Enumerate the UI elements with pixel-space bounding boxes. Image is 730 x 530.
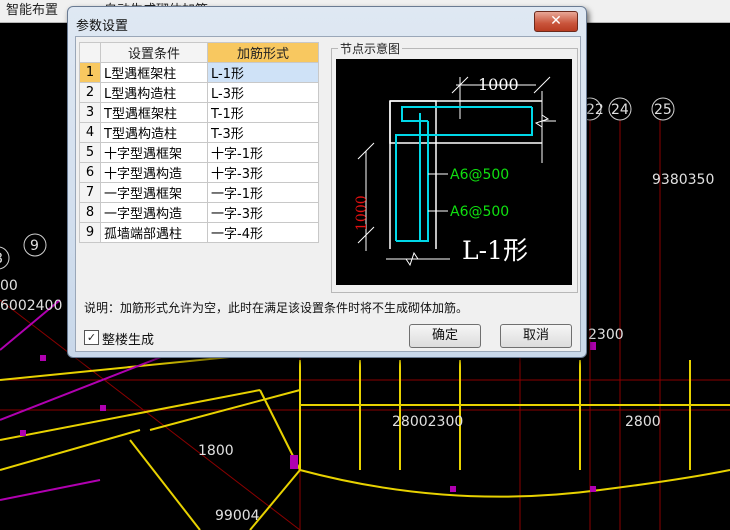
- form-cell[interactable]: 十字-1形: [207, 142, 319, 163]
- table-row[interactable]: 4 T型遇构造柱 T-3形: [79, 122, 319, 143]
- form-cell[interactable]: 一字-3形: [207, 202, 319, 223]
- settings-grid: 设置条件 加筋形式 1 L型遇框架柱 L-1形 2 L型遇构造柱 L-3形 3 …: [79, 42, 319, 243]
- condition-cell[interactable]: L型遇构造柱: [100, 82, 208, 103]
- row-number: 9: [79, 222, 101, 243]
- cancel-button[interactable]: 取消: [500, 324, 572, 348]
- cad-label: 22: [586, 102, 604, 118]
- row-number: 7: [79, 182, 101, 203]
- table-row[interactable]: 3 T型遇框架柱 T-1形: [79, 102, 319, 123]
- cad-label: 28002300: [392, 414, 463, 430]
- whole-building-label[interactable]: 整楼生成: [102, 329, 154, 348]
- condition-cell[interactable]: 十字型遇框架: [100, 142, 208, 163]
- form-cell[interactable]: L-1形: [207, 62, 319, 83]
- description-note: 说明：加筋形式允许为空，此时在满足该设置条件时将不生成砌体加筋。: [84, 301, 469, 315]
- table-row[interactable]: 6 十字型遇构造 十字-3形: [79, 162, 319, 183]
- dimension-top: 1000: [478, 75, 519, 94]
- dimension-left: 1000: [354, 195, 370, 231]
- shape-name: L-1形: [462, 236, 528, 265]
- row-number: 3: [79, 102, 101, 123]
- form-cell[interactable]: L-3形: [207, 82, 319, 103]
- cad-label: 9: [30, 238, 39, 254]
- form-cell[interactable]: T-1形: [207, 102, 319, 123]
- form-cell[interactable]: T-3形: [207, 122, 319, 143]
- node-diagram-preview: 1000 1000 A6@500 A6@500 L-1形: [336, 59, 572, 285]
- cad-label: 25: [654, 102, 672, 118]
- cad-label: 24: [611, 102, 629, 118]
- table-row[interactable]: 8 一字型遇构造 一字-3形: [79, 202, 319, 223]
- whole-building-checkbox[interactable]: ✓: [84, 330, 99, 345]
- row-number: 2: [79, 82, 101, 103]
- cad-label: 9380350: [652, 172, 714, 188]
- row-number: 4: [79, 122, 101, 143]
- table-row[interactable]: 2 L型遇构造柱 L-3形: [79, 82, 319, 103]
- condition-cell[interactable]: T型遇框架柱: [100, 102, 208, 123]
- close-icon: ✕: [550, 13, 562, 29]
- header-condition[interactable]: 设置条件: [100, 42, 208, 63]
- node-diagram-legend: 节点示意图: [338, 40, 403, 57]
- cad-label: 8: [0, 251, 3, 267]
- row-number: 8: [79, 202, 101, 223]
- dialog-client-area: 设置条件 加筋形式 1 L型遇框架柱 L-1形 2 L型遇构造柱 L-3形 3 …: [75, 36, 581, 352]
- form-cell[interactable]: 十字-3形: [207, 162, 319, 183]
- rebar-spec-2: A6@500: [450, 204, 509, 220]
- cad-label: 00: [0, 278, 18, 294]
- cad-label: 2300: [588, 327, 624, 343]
- condition-cell[interactable]: 一字型遇构造: [100, 202, 208, 223]
- row-number: 1: [79, 62, 101, 83]
- condition-cell[interactable]: 一字型遇框架: [100, 182, 208, 203]
- ok-button[interactable]: 确定: [409, 324, 481, 348]
- row-number: 6: [79, 162, 101, 183]
- dialog-title: 参数设置: [76, 19, 129, 34]
- table-row[interactable]: 1 L型遇框架柱 L-1形: [79, 62, 319, 83]
- table-row[interactable]: 7 一字型遇框架 一字-1形: [79, 182, 319, 203]
- form-cell[interactable]: 一字-4形: [207, 222, 319, 243]
- condition-cell[interactable]: 孤墙端部遇柱: [100, 222, 208, 243]
- rebar-spec-1: A6@500: [450, 167, 509, 183]
- condition-cell[interactable]: 十字型遇构造: [100, 162, 208, 183]
- header-rebar-form[interactable]: 加筋形式: [207, 42, 319, 63]
- form-cell[interactable]: 一字-1形: [207, 182, 319, 203]
- grid-header-row: 设置条件 加筋形式: [79, 42, 319, 63]
- table-row[interactable]: 5 十字型遇框架 十字-1形: [79, 142, 319, 163]
- close-button[interactable]: ✕: [534, 11, 578, 32]
- cad-label: 99004: [215, 508, 260, 524]
- cad-label: 6002400: [0, 298, 62, 314]
- condition-cell[interactable]: T型遇构造柱: [100, 122, 208, 143]
- grid-corner: [79, 42, 101, 63]
- parameter-settings-dialog: 参数设置 ✕ 设置条件 加筋形式 1 L型遇框架柱 L-1形 2 L型遇构造柱 …: [67, 6, 587, 358]
- condition-cell[interactable]: L型遇框架柱: [100, 62, 208, 83]
- row-number: 5: [79, 142, 101, 163]
- tab-smart-layout[interactable]: 智能布置: [6, 2, 58, 20]
- cad-label: 2800: [625, 414, 661, 430]
- table-row[interactable]: 9 孤墙端部遇柱 一字-4形: [79, 222, 319, 243]
- cad-label: 1800: [198, 443, 234, 459]
